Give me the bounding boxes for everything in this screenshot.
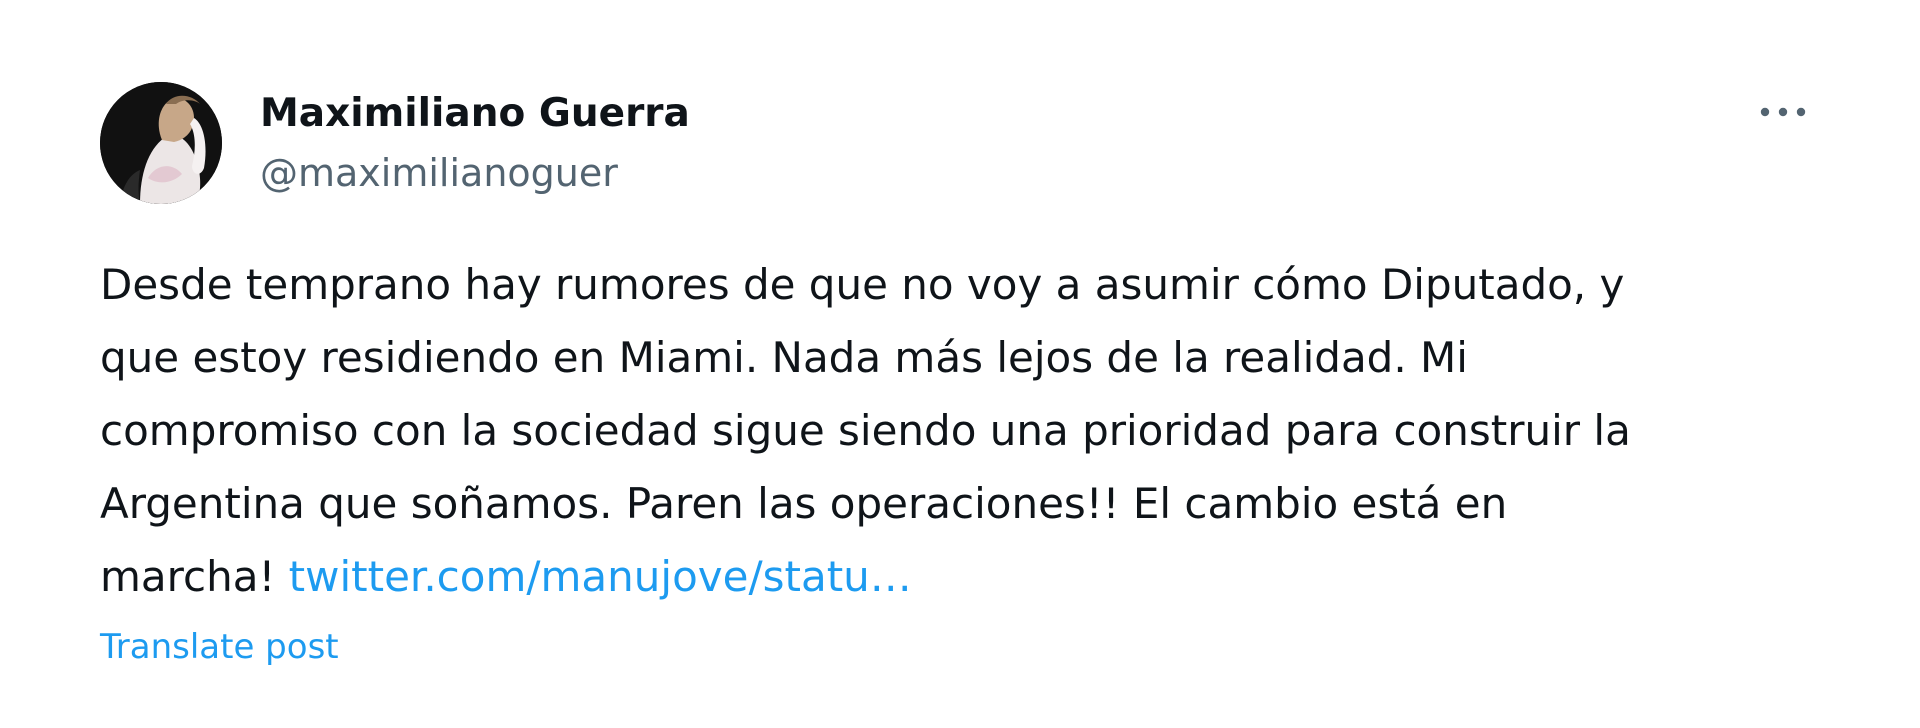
post-text-line: Argentina que soñamos. Paren las operaci… <box>100 479 1508 528</box>
post-text-last-line: marcha! twitter.com/manujove/statu… <box>100 540 1860 613</box>
profile-photo-icon <box>100 82 222 204</box>
post-text-line: que estoy residiendo en Miami. Nada más … <box>100 333 1468 382</box>
author-handle[interactable]: @maximilianoguer <box>260 144 690 202</box>
author-display-name[interactable]: Maximiliano Guerra <box>260 84 690 144</box>
post-text-line: compromiso con la sociedad sigue siendo … <box>100 406 1631 455</box>
post-card: Maximiliano Guerra @maximilianoguer Desd… <box>0 0 1920 728</box>
post-text-line: Desde temprano hay rumores de que no voy… <box>100 260 1625 309</box>
more-options-button[interactable] <box>1748 92 1818 132</box>
post-text: Desde temprano hay rumores de que no voy… <box>100 248 1860 613</box>
post-text-line: marcha! <box>100 552 289 601</box>
author-meta: Maximiliano Guerra @maximilianoguer <box>260 84 690 202</box>
more-horizontal-icon <box>1760 107 1806 117</box>
post-link[interactable]: twitter.com/manujove/statu… <box>289 552 912 601</box>
translate-post-link[interactable]: Translate post <box>100 623 339 671</box>
author-avatar[interactable] <box>100 82 222 204</box>
